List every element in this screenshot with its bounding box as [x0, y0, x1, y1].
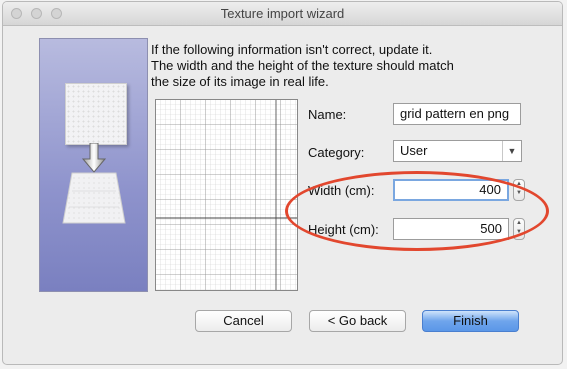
texture-image-icon	[65, 83, 127, 145]
texture-import-wizard-window: Texture import wizard If the following i…	[2, 1, 563, 365]
grid-pattern-image	[156, 100, 297, 290]
window-title: Texture import wizard	[220, 6, 345, 21]
category-label: Category:	[308, 145, 365, 160]
instruction-line: If the following information isn't corre…	[151, 42, 433, 57]
down-arrow-icon	[82, 143, 106, 173]
name-label: Name:	[308, 107, 347, 122]
texture-perspective-icon	[62, 172, 126, 224]
width-stepper[interactable]: ▲ ▼	[513, 179, 525, 201]
instruction-line: The width and the height of the texture …	[151, 58, 454, 73]
width-label: Width (cm):	[308, 183, 375, 198]
height-label: Height (cm):	[308, 222, 379, 237]
finish-button[interactable]: Finish	[422, 310, 519, 332]
height-stepper[interactable]: ▲ ▼	[513, 218, 525, 240]
chevron-down-icon[interactable]: ▼	[514, 189, 524, 198]
category-selected-value: User	[400, 143, 428, 158]
wizard-side-illustration	[39, 38, 148, 292]
category-select[interactable]: User ▼	[393, 140, 522, 162]
name-field[interactable]: grid pattern en png	[393, 103, 521, 125]
width-field[interactable]: 400	[393, 179, 509, 201]
instructions-text: If the following information isn't corre…	[151, 42, 531, 90]
chevron-down-icon: ▼	[502, 141, 521, 161]
chevron-up-icon[interactable]: ▲	[514, 219, 524, 228]
height-field[interactable]: 500	[393, 218, 509, 240]
instruction-line: the size of its image in real life.	[151, 74, 329, 89]
title-bar: Texture import wizard	[3, 2, 562, 26]
texture-preview	[155, 99, 298, 291]
chevron-down-icon[interactable]: ▼	[514, 228, 524, 237]
go-back-button[interactable]: < Go back	[309, 310, 406, 332]
chevron-up-icon[interactable]: ▲	[514, 180, 524, 189]
cancel-button[interactable]: Cancel	[195, 310, 292, 332]
